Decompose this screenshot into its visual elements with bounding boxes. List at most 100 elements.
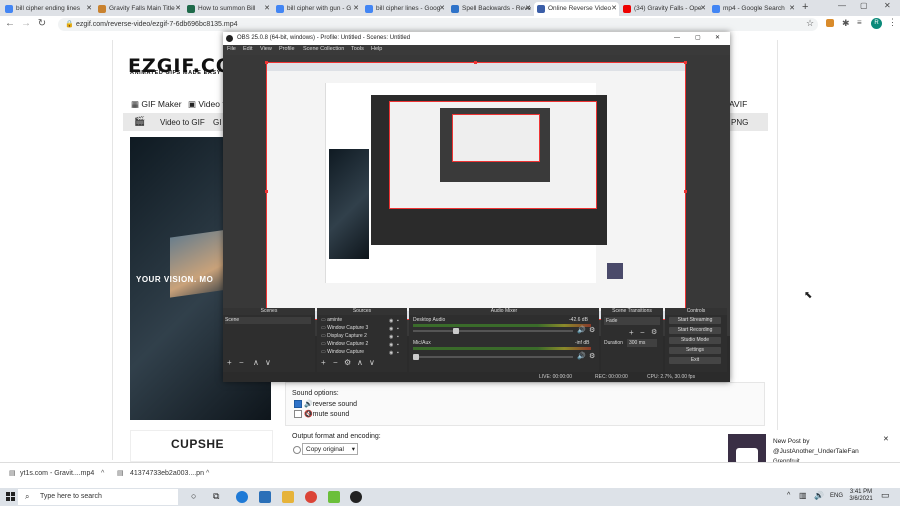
radio-button[interactable]	[293, 446, 301, 454]
slider-handle[interactable]	[413, 354, 419, 360]
mute-sound-option[interactable]: 🔇mute sound	[294, 410, 349, 419]
reverse-sound-option[interactable]: 🔊reverse sound	[294, 400, 357, 409]
close-icon[interactable]: ✕	[439, 2, 445, 16]
minimize-icon[interactable]: —	[674, 32, 680, 45]
remove-icon[interactable]: −	[333, 358, 338, 367]
resize-handle[interactable]	[265, 190, 268, 193]
browser-tab[interactable]: bill cipher with gun - G ✕	[273, 2, 361, 16]
resize-handle[interactable]	[474, 61, 477, 64]
nav-avif[interactable]: AVIF	[729, 99, 747, 109]
close-icon[interactable]: ✕	[353, 2, 359, 16]
menu-view[interactable]: View	[260, 46, 272, 52]
download-item[interactable]: 41374733eb2a003....pn	[130, 470, 204, 477]
maximize-icon[interactable]: ▢	[695, 32, 701, 45]
scene-item[interactable]: Scene	[225, 317, 311, 324]
obs-titlebar[interactable]: OBS 25.0.8 (64-bit, windows) - Profile: …	[223, 32, 730, 45]
menu-profile[interactable]: Profile	[279, 46, 295, 52]
gear-icon[interactable]: ⚙	[589, 326, 595, 334]
network-icon[interactable]: ▥	[799, 491, 807, 500]
source-item[interactable]: ▭ Window Capture	[321, 349, 364, 356]
browser-tab[interactable]: bill cipher ending lines ✕	[2, 2, 94, 16]
reload-icon[interactable]: ↻	[36, 17, 48, 31]
obs-window[interactable]: OBS 25.0.8 (64-bit, windows) - Profile: …	[223, 32, 730, 382]
browser-tab[interactable]: bill cipher lines - Goog ✕	[362, 2, 447, 16]
add-icon[interactable]: +	[629, 328, 634, 337]
notifications-icon[interactable]: ▭	[881, 490, 890, 501]
lock-icon[interactable]: ▪ ▪ ▪ ▪ ▪	[397, 317, 399, 357]
windows-start-icon[interactable]	[6, 492, 15, 501]
back-icon[interactable]: ←	[4, 17, 16, 31]
start-recording-button[interactable]: Start Recording	[669, 327, 721, 334]
close-icon[interactable]: ✕	[611, 2, 617, 16]
menu-tools[interactable]: Tools	[351, 46, 364, 52]
minimize-icon[interactable]: —	[838, 1, 846, 10]
resize-handle[interactable]	[265, 61, 268, 64]
extension-icon[interactable]	[826, 19, 834, 27]
start-streaming-button[interactable]: Start Streaming	[669, 317, 721, 324]
checkbox-checked[interactable]	[294, 400, 302, 409]
preview-canvas[interactable]	[266, 62, 686, 320]
move-down-icon[interactable]: ∨	[265, 358, 271, 367]
exit-button[interactable]: Exit	[669, 357, 721, 364]
close-icon[interactable]: ✕	[525, 2, 531, 16]
add-icon[interactable]: +	[227, 358, 232, 367]
media-icon[interactable]: ≡	[857, 18, 862, 27]
source-item[interactable]: ▭ aminte	[321, 317, 342, 324]
remove-icon[interactable]: −	[239, 358, 244, 367]
menu-file[interactable]: File	[227, 46, 236, 52]
gear-icon[interactable]: ⚙	[651, 328, 657, 336]
browser-tab[interactable]: mp4 - Google Search ✕	[709, 2, 797, 16]
browser-tab[interactable]: Gravity Falls Main Title ✕	[95, 2, 183, 16]
close-icon[interactable]: ✕	[789, 2, 795, 16]
nav-video-to-gif[interactable]: Video to GIF	[160, 118, 205, 127]
cortana-icon[interactable]: ○	[191, 491, 196, 501]
menu-scene-collection[interactable]: Scene Collection	[303, 46, 344, 52]
app-icon[interactable]	[328, 491, 340, 503]
gear-icon[interactable]: ⚙	[589, 352, 595, 360]
move-up-icon[interactable]: ∧	[357, 358, 363, 367]
chevron-up-icon[interactable]: ^	[206, 470, 209, 477]
chrome-icon[interactable]	[305, 491, 317, 503]
output-format-select[interactable]: Copy original ▾	[302, 443, 358, 455]
nav-png[interactable]: PNG	[731, 118, 748, 127]
nav-gif-maker[interactable]: ▦ GIF Maker	[131, 99, 182, 110]
puzzle-icon[interactable]: ✱	[842, 18, 850, 29]
browser-tab[interactable]: Spell Backwards - Reve ✕	[448, 2, 533, 16]
language-indicator[interactable]: ENG	[830, 493, 843, 499]
edge-icon[interactable]	[236, 491, 248, 503]
download-item[interactable]: yt1s.com - Gravit....mp4	[20, 470, 94, 477]
transition-select[interactable]: Fade	[604, 317, 660, 325]
nav-gi[interactable]: GI	[213, 118, 221, 127]
close-icon[interactable]: ✕	[883, 435, 889, 443]
close-icon[interactable]: ✕	[715, 32, 720, 45]
chevron-up-icon[interactable]: ^	[101, 470, 104, 477]
volume-slider[interactable]	[413, 354, 573, 360]
new-tab-icon[interactable]: +	[802, 1, 808, 13]
source-item[interactable]: ▭ Window Capture 2	[321, 341, 368, 348]
visibility-icon[interactable]: ◉ ◉ ◉ ◉ ◉	[389, 317, 393, 357]
task-view-icon[interactable]: ⧉	[213, 491, 219, 502]
obs-icon[interactable]	[350, 491, 362, 503]
menu-edit[interactable]: Edit	[243, 46, 252, 52]
star-icon[interactable]: ☆	[806, 18, 814, 29]
advertisement-cupshe[interactable]: CUPSHE	[130, 430, 273, 462]
add-icon[interactable]: +	[321, 358, 326, 367]
close-icon[interactable]: ✕	[264, 2, 270, 16]
duration-spinbox[interactable]: 300 ms	[627, 339, 657, 347]
close-icon[interactable]: ✕	[700, 2, 706, 16]
slider-handle[interactable]	[453, 328, 459, 334]
forward-icon[interactable]: →	[20, 17, 32, 31]
close-window-icon[interactable]: ✕	[884, 1, 891, 10]
obs-preview[interactable]	[223, 55, 730, 336]
browser-tab[interactable]: (34) Gravity Falls - Ope ✕	[620, 2, 708, 16]
browser-tab-active[interactable]: Online Reverse Video ✕	[534, 2, 619, 16]
checkbox[interactable]	[294, 410, 302, 419]
remove-icon[interactable]: −	[640, 328, 645, 337]
taskbar-search[interactable]: ⌕ Type here to search	[18, 489, 178, 505]
close-icon[interactable]: ✕	[86, 2, 92, 16]
gear-icon[interactable]: ⚙	[344, 358, 351, 367]
menu-icon[interactable]: ⋮	[888, 17, 897, 28]
tray-chevron-icon[interactable]: ^	[787, 492, 790, 499]
source-item[interactable]: ▭ Window Capture 3	[321, 325, 368, 332]
volume-icon[interactable]: 🔊	[814, 491, 824, 500]
